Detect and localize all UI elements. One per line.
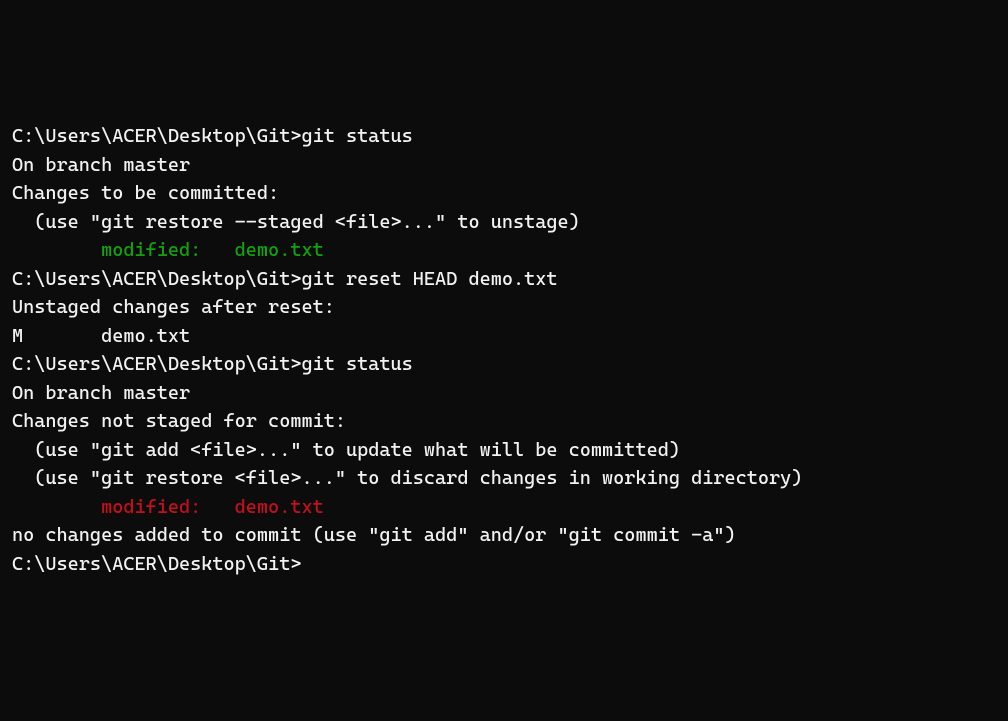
output-hint-unstage: (use "git restore --staged <file>..." to…	[12, 208, 996, 237]
terminal-output[interactable]: C:\Users\ACER\Desktop\Git>git statusOn b…	[12, 122, 996, 578]
output-branch-2: On branch master	[12, 379, 996, 408]
prompt-2: C:\Users\ACER\Desktop\Git>	[12, 268, 301, 290]
output-modified-staged: modified: demo.txt	[12, 236, 996, 265]
output-changes-header-1: Changes to be committed:	[12, 179, 996, 208]
output-hint-restore: (use "git restore <file>..." to discard …	[12, 464, 996, 493]
output-unstaged-header: Unstaged changes after reset:	[12, 293, 996, 322]
output-hint-add: (use "git add <file>..." to update what …	[12, 436, 996, 465]
output-no-changes: no changes added to commit (use "git add…	[12, 521, 996, 550]
prompt-3: C:\Users\ACER\Desktop\Git>	[12, 353, 301, 375]
prompt-4: C:\Users\ACER\Desktop\Git>	[12, 553, 301, 575]
output-modified-unstaged: modified: demo.txt	[12, 493, 996, 522]
output-unstaged-file: M demo.txt	[12, 322, 996, 351]
command-2: git reset HEAD demo.txt	[301, 268, 557, 290]
command-1: git status	[301, 125, 412, 147]
command-3: git status	[301, 353, 412, 375]
output-branch-1: On branch master	[12, 151, 996, 180]
output-changes-header-2: Changes not staged for commit:	[12, 407, 996, 436]
prompt-1: C:\Users\ACER\Desktop\Git>	[12, 125, 301, 147]
